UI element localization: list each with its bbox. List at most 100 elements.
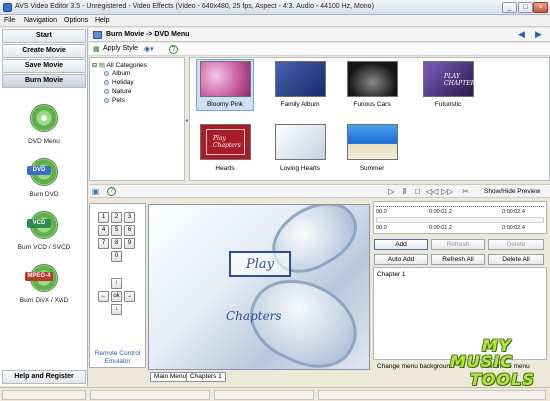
menu-help[interactable]: Help — [95, 17, 109, 24]
back-arrow-icon[interactable]: ◀ — [516, 30, 527, 40]
template-label: Family Album — [280, 101, 320, 108]
tree-item-label: Album — [112, 70, 131, 77]
remote-up-arrow-icon[interactable]: ↑ — [111, 278, 122, 289]
remote-key-3[interactable]: 3 — [124, 212, 135, 223]
template-thumb-futuristic[interactable]: PLAY CHAPTERS — [423, 61, 479, 97]
remote-right-arrow-icon[interactable]: → — [124, 291, 135, 302]
pause-icon[interactable]: ‖ — [400, 187, 409, 196]
menu-preview[interactable]: Play Chapters — [148, 204, 370, 370]
nav-create-movie-button[interactable]: Create Movie — [2, 44, 86, 58]
template-thumb-hearts[interactable]: Play Chapters — [200, 124, 251, 160]
remote-key-2[interactable]: 2 — [111, 212, 122, 223]
template-label: Hearts — [215, 165, 235, 172]
menu-file[interactable]: File — [4, 17, 15, 24]
status-segment — [318, 390, 546, 400]
apply-style-icon: ▦ — [93, 46, 100, 53]
tab-main-menu[interactable]: Main Menu — [150, 372, 191, 382]
save-icon[interactable]: ▣ — [91, 187, 100, 196]
help-small-icon[interactable]: ? — [107, 187, 116, 196]
burn-dvd-item[interactable]: DVD Burn DVD — [0, 158, 88, 208]
remote-key-0[interactable]: 0 — [111, 251, 122, 262]
add-button[interactable]: Add — [374, 239, 428, 250]
timeline-track[interactable] — [376, 217, 544, 223]
splitter-handle-icon[interactable]: ◂ — [185, 117, 188, 124]
delete-button[interactable]: Delete — [488, 239, 544, 250]
apply-style-button[interactable]: Apply Style — [103, 45, 138, 52]
close-button[interactable]: × — [533, 2, 548, 13]
template-gallery: Bloomy Pink Family Album Furious Cars PL… — [189, 57, 550, 181]
show-hide-preview-button[interactable]: Show/Hide Preview — [484, 188, 540, 195]
tree-item-holiday[interactable]: Holiday — [104, 79, 134, 86]
tree-collapse-icon[interactable]: ⊟ — [92, 63, 97, 69]
refresh-button[interactable]: Refresh — [431, 239, 485, 250]
remote-key-4[interactable]: 4 — [98, 225, 109, 236]
menu-navigation[interactable]: Navigation — [24, 17, 57, 24]
left-navigation: Start Create Movie Save Movie Burn Movie… — [0, 28, 88, 386]
nav-save-movie-button[interactable]: Save Movie — [2, 59, 86, 73]
refresh-all-button[interactable]: Refresh All — [431, 254, 485, 265]
template-thumb-family-album[interactable] — [275, 61, 326, 97]
view-dropdown-icon[interactable]: ◉▾ — [144, 45, 154, 53]
burn-divx-item[interactable]: MPEG-4 Burn DivX / XviD — [0, 264, 88, 314]
preview-chapters-button[interactable]: Chapters — [226, 309, 282, 323]
template-thumb-furious-cars[interactable] — [347, 61, 398, 97]
play-icon[interactable]: ▷ — [387, 187, 396, 196]
mpeg4-tag: MPEG-4 — [25, 272, 53, 281]
minimize-button[interactable]: _ — [502, 2, 517, 13]
folder-icon: ▤ — [98, 62, 105, 69]
preview-play-button[interactable]: Play — [229, 251, 291, 277]
tree-item-label: Nature — [112, 88, 132, 95]
remote-left-arrow-icon[interactable]: ← — [98, 291, 109, 302]
rewind-icon[interactable]: ◁◁ — [426, 187, 438, 196]
remote-key-7[interactable]: 7 — [98, 238, 109, 249]
dvd-menu-icon — [30, 104, 58, 132]
status-segment — [2, 390, 86, 400]
chapter-list-item[interactable]: Chapter 1 — [377, 271, 406, 278]
menu-bar: File Navigation Options Help — [0, 15, 550, 27]
forward-arrow-icon[interactable]: ▶ — [533, 30, 544, 40]
app-icon — [3, 3, 12, 12]
split-icon[interactable]: ✂ — [461, 187, 470, 196]
remote-key-9[interactable]: 9 — [124, 238, 135, 249]
remote-key-1[interactable]: 1 — [98, 212, 109, 223]
delete-all-button[interactable]: Delete All — [488, 254, 544, 265]
help-icon[interactable]: ? — [169, 45, 178, 54]
tree-item-album[interactable]: Album — [104, 70, 130, 77]
template-label: Furious Cars — [353, 101, 391, 108]
tree-item-pets[interactable]: Pets — [104, 97, 125, 104]
dvd-menu-label: DVD Menu — [28, 138, 60, 145]
burn-vcd-item[interactable]: VCD Burn VCD / SVCD — [0, 211, 88, 261]
nav-burn-movie-button[interactable]: Burn Movie — [2, 74, 86, 88]
breadcrumb-text: Burn Movie -> DVD Menu — [106, 31, 190, 38]
window-title: AVS Video Editor 3.5 - Unregistered - Vi… — [15, 3, 374, 10]
auto-add-button[interactable]: Auto Add — [374, 254, 428, 265]
burn-vcd-label: Burn VCD / SVCD — [17, 244, 71, 251]
dvd-disc-icon: DVD — [27, 158, 58, 186]
burn-divx-label: Burn DivX / XviD — [19, 297, 69, 304]
nav-start-button[interactable]: Start — [2, 29, 86, 43]
remote-down-arrow-icon[interactable]: ↓ — [111, 304, 122, 315]
menu-options[interactable]: Options — [64, 17, 88, 24]
stop-icon[interactable]: □ — [413, 187, 422, 196]
remote-key-8[interactable]: 8 — [111, 238, 122, 249]
tree-root[interactable]: ⊟ ▤ All Categories — [92, 61, 147, 69]
tree-item-nature[interactable]: Nature — [104, 88, 132, 95]
maximize-button[interactable]: □ — [518, 2, 533, 13]
tab-chapters-1[interactable]: Chapters 1 — [186, 372, 226, 382]
vcd-disc-icon: VCD — [27, 211, 58, 239]
remote-key-6[interactable]: 6 — [124, 225, 135, 236]
help-register-button[interactable]: Help and Register — [2, 370, 86, 384]
watermark-logo: MY MUSIC TOOLS — [420, 336, 550, 392]
dvd-menu-item[interactable]: DVD Menu — [0, 104, 88, 154]
template-thumb-loving-hearts[interactable] — [275, 124, 326, 160]
timeline-panel[interactable]: 00.0 0:00:01.2 0:00:02.4 00.0 0:00:01.2 … — [373, 201, 547, 234]
vcd-tag: VCD — [27, 219, 51, 228]
timeline-tick: 0:00:01.2 — [429, 209, 452, 215]
template-thumb-bloomy-pink[interactable] — [200, 61, 251, 97]
remote-key-5[interactable]: 5 — [111, 225, 122, 236]
remote-ok-key[interactable]: ok — [111, 291, 122, 302]
tree-item-label: Pets — [112, 97, 126, 104]
template-thumb-summer[interactable] — [347, 124, 398, 160]
mpeg4-disc-icon: MPEG-4 — [25, 264, 58, 292]
forward-icon[interactable]: ▷▷ — [441, 187, 453, 196]
